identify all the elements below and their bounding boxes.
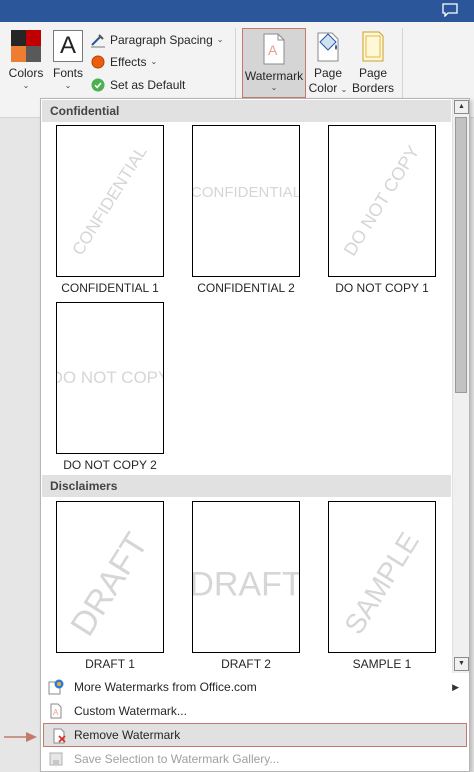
fonts-icon: A bbox=[53, 30, 83, 62]
pointer-arrow-icon bbox=[4, 732, 37, 742]
watermark-preview-text: DRAFT bbox=[192, 565, 300, 604]
save-selection-label: Save Selection to Watermark Gallery... bbox=[74, 752, 280, 766]
comment-icon[interactable] bbox=[442, 3, 458, 17]
colors-icon bbox=[11, 30, 41, 62]
watermark-preview-text: CONFIDENTIAL bbox=[192, 184, 300, 201]
fonts-button[interactable]: A Fonts ⌄ bbox=[48, 28, 88, 91]
section-header-disclaimers: Disclaimers bbox=[42, 475, 451, 497]
custom-watermark-menu-item[interactable]: A Custom Watermark... bbox=[41, 699, 469, 723]
watermark-label: CONFIDENTIAL 1 bbox=[61, 281, 159, 295]
custom-watermark-label: Custom Watermark... bbox=[74, 704, 187, 718]
watermark-menu: More Watermarks from Office.com ▶ A Cust… bbox=[41, 675, 469, 771]
watermark-draft-1[interactable]: DRAFT DRAFT 1 bbox=[50, 501, 170, 671]
page-borders-button[interactable]: Page Borders bbox=[350, 28, 396, 96]
custom-watermark-icon: A bbox=[50, 703, 62, 719]
colors-label: Colors bbox=[8, 66, 44, 80]
page-preview: DRAFT bbox=[192, 501, 300, 653]
page-preview: CONFIDENTIAL bbox=[56, 125, 164, 277]
remove-watermark-label: Remove Watermark bbox=[74, 728, 181, 742]
remove-watermark-menu-item[interactable]: Remove Watermark bbox=[43, 723, 467, 747]
scrollbar-thumb[interactable] bbox=[455, 117, 467, 393]
watermark-label: DO NOT COPY 1 bbox=[335, 281, 429, 295]
chevron-down-icon: ⌄ bbox=[216, 35, 224, 44]
watermark-sample-1[interactable]: SAMPLE SAMPLE 1 bbox=[322, 501, 442, 671]
watermark-preview-text: DO NOT COPY bbox=[56, 368, 164, 387]
paragraph-spacing-button[interactable]: Paragraph Spacing ⌄ bbox=[90, 30, 223, 50]
chevron-down-icon: ⌄ bbox=[64, 81, 72, 90]
gallery-scrollbar[interactable]: ▲ ▼ bbox=[452, 99, 469, 673]
office-web-icon bbox=[48, 679, 64, 695]
watermark-do-not-copy-1[interactable]: DO NOT COPY DO NOT COPY 1 bbox=[322, 125, 442, 295]
watermark-label: DO NOT COPY 2 bbox=[63, 458, 157, 472]
watermark-gallery-dropdown: Confidential CONFIDENTIAL CONFIDENTIAL 1… bbox=[40, 98, 470, 772]
chevron-down-icon: ⌄ bbox=[150, 57, 158, 66]
page-color-label-2: Color ⌄ bbox=[308, 81, 348, 95]
page-preview: SAMPLE bbox=[328, 501, 436, 653]
effects-button[interactable]: Effects ⌄ bbox=[90, 52, 157, 72]
more-watermarks-menu-item[interactable]: More Watermarks from Office.com ▶ bbox=[41, 675, 469, 699]
set-as-default-label: Set as Default bbox=[110, 78, 186, 92]
scroll-up-icon[interactable]: ▲ bbox=[454, 100, 469, 114]
colors-button[interactable]: Colors ⌄ bbox=[4, 28, 48, 91]
chevron-down-icon: ⌄ bbox=[270, 83, 278, 92]
page-preview: DO NOT COPY bbox=[328, 125, 436, 277]
watermark-label: Watermark bbox=[244, 69, 304, 83]
watermark-preview-text: DRAFT bbox=[63, 526, 156, 643]
page-color-label-1: Page bbox=[313, 66, 343, 80]
paragraph-spacing-icon bbox=[91, 34, 105, 48]
fonts-label: Fonts bbox=[52, 66, 83, 80]
watermark-confidential-1[interactable]: CONFIDENTIAL CONFIDENTIAL 1 bbox=[50, 125, 170, 295]
watermark-label: SAMPLE 1 bbox=[352, 657, 412, 671]
page-color-button[interactable]: Page Color ⌄ bbox=[306, 28, 350, 96]
page-preview: DO NOT COPY bbox=[56, 302, 164, 454]
scroll-down-icon[interactable]: ▼ bbox=[454, 657, 469, 671]
page-preview: DRAFT bbox=[56, 501, 164, 653]
effects-icon bbox=[91, 55, 105, 69]
watermark-gallery: Confidential CONFIDENTIAL CONFIDENTIAL 1… bbox=[41, 99, 452, 673]
more-watermarks-label: More Watermarks from Office.com bbox=[74, 680, 257, 694]
watermark-label: CONFIDENTIAL 2 bbox=[197, 281, 295, 295]
paragraph-spacing-label: Paragraph Spacing bbox=[110, 33, 213, 47]
chevron-down-icon: ⌄ bbox=[22, 81, 30, 90]
watermark-draft-2[interactable]: DRAFT DRAFT 2 bbox=[186, 501, 306, 671]
watermark-label: DRAFT 2 bbox=[221, 657, 271, 671]
page-borders-icon bbox=[362, 31, 384, 62]
section-header-confidential: Confidential bbox=[42, 100, 451, 122]
watermark-preview-text: SAMPLE bbox=[338, 526, 425, 640]
watermark-button[interactable]: A Watermark ⌄ bbox=[242, 28, 306, 98]
set-as-default-button[interactable]: Set as Default bbox=[90, 75, 185, 95]
submenu-arrow-icon: ▶ bbox=[452, 682, 459, 692]
title-bar bbox=[0, 0, 474, 22]
watermark-label: DRAFT 1 bbox=[85, 657, 135, 671]
page-preview: CONFIDENTIAL bbox=[192, 125, 300, 277]
watermark-do-not-copy-2[interactable]: DO NOT COPY DO NOT COPY 2 bbox=[50, 302, 170, 472]
save-to-gallery-icon bbox=[49, 752, 63, 766]
watermark-icon: A bbox=[263, 33, 285, 65]
watermark-preview-text: CONFIDENTIAL bbox=[68, 142, 151, 259]
svg-text:A: A bbox=[53, 708, 59, 717]
remove-watermark-icon bbox=[53, 728, 66, 744]
checkmark-icon bbox=[91, 78, 105, 92]
page-borders-label-2: Borders bbox=[351, 81, 395, 95]
page-color-icon bbox=[317, 32, 339, 62]
save-selection-menu-item[interactable]: Save Selection to Watermark Gallery... bbox=[41, 747, 469, 771]
watermark-confidential-2[interactable]: CONFIDENTIAL CONFIDENTIAL 2 bbox=[186, 125, 306, 295]
effects-label: Effects bbox=[110, 55, 147, 69]
page-borders-label-1: Page bbox=[358, 66, 388, 80]
watermark-preview-text: DO NOT COPY bbox=[339, 142, 424, 260]
svg-text:A: A bbox=[268, 42, 278, 58]
